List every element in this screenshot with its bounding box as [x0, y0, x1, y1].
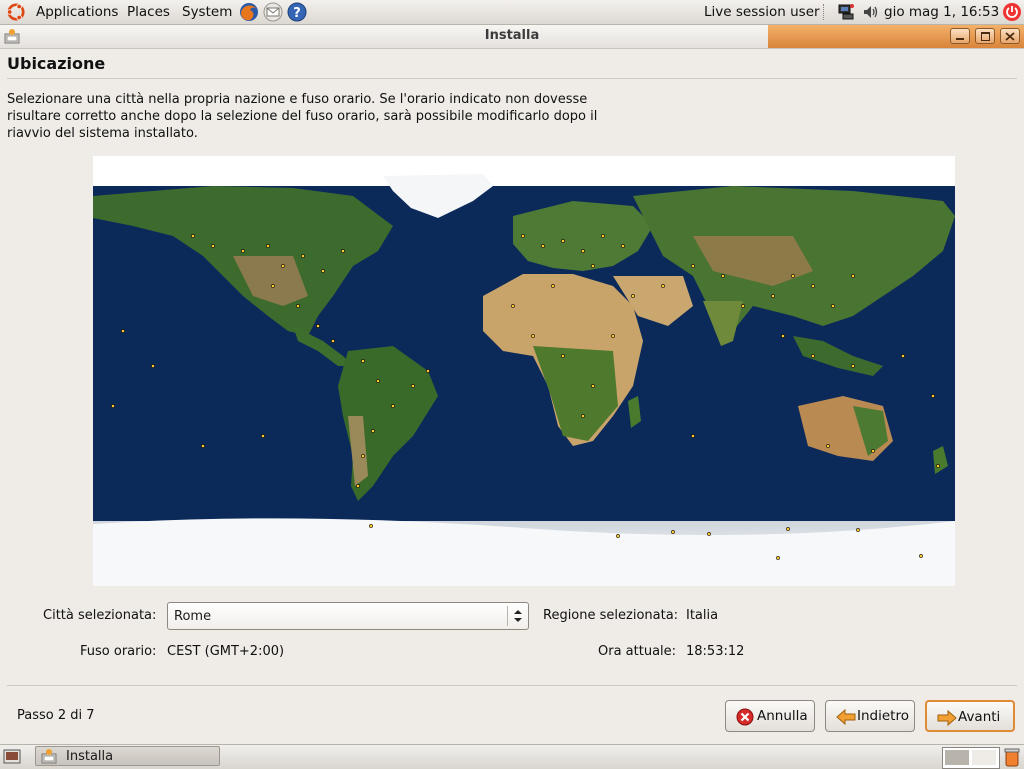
current-time-label: Ora attuale:: [598, 644, 677, 659]
intro-text: Selezionare una città nella propria nazi…: [7, 92, 598, 141]
menu-applications[interactable]: Applications: [36, 4, 118, 20]
forward-arrow-icon: [937, 709, 957, 727]
close-button[interactable]: [1000, 28, 1020, 44]
timezone-label: Fuso orario:: [80, 644, 157, 659]
city-label: Città selezionata:: [43, 608, 157, 623]
minimize-icon: [956, 38, 964, 40]
current-time-value: 18:53:12: [686, 644, 745, 659]
cancel-icon: [736, 708, 754, 726]
region-label: Regione selezionata:: [543, 608, 679, 623]
back-button-label: Indietro: [857, 708, 909, 724]
city-select-value: Rome: [174, 609, 212, 624]
workspace-1[interactable]: [945, 750, 969, 765]
menu-places[interactable]: Places: [127, 4, 170, 20]
workspace-2[interactable]: [972, 750, 996, 765]
clock[interactable]: gio mag 1, 16:53: [884, 4, 999, 20]
window-titlebar[interactable]: Installa: [0, 25, 1024, 49]
top-panel: Applications Places System ? Live sessio…: [0, 0, 1024, 25]
power-icon[interactable]: [1002, 2, 1022, 22]
back-arrow-icon: [836, 708, 856, 726]
next-button-label: Avanti: [958, 709, 1001, 725]
minimize-button[interactable]: [950, 28, 970, 44]
taskbar-item-installa[interactable]: Installa: [35, 746, 220, 766]
cancel-button-label: Annulla: [757, 708, 808, 724]
panel-separator: [823, 4, 825, 20]
session-user[interactable]: Live session user: [704, 4, 820, 20]
ubuntu-logo-icon[interactable]: [7, 3, 25, 21]
maximize-icon: [981, 32, 990, 41]
divider: [7, 78, 1017, 79]
workspace-switcher[interactable]: [942, 747, 1000, 769]
help-icon[interactable]: ?: [286, 1, 308, 23]
timezone-value: CEST (GMT+2:00): [167, 644, 285, 659]
network-icon[interactable]: [837, 3, 855, 21]
step-indicator: Passo 2 di 7: [17, 708, 95, 723]
installer-app-icon: [41, 749, 57, 764]
page-title: Ubicazione: [7, 54, 106, 73]
region-value: Italia: [686, 608, 719, 623]
svg-text:?: ?: [293, 6, 301, 21]
maximize-button[interactable]: [975, 28, 995, 44]
bottom-panel: Installa: [0, 744, 1024, 769]
volume-icon[interactable]: [862, 3, 880, 21]
show-desktop-icon[interactable]: [3, 748, 21, 766]
back-button[interactable]: Indietro: [825, 700, 915, 732]
combo-separator: [507, 606, 508, 626]
world-map-image[interactable]: [93, 156, 955, 586]
mail-icon[interactable]: [262, 1, 284, 23]
trash-icon[interactable]: [1003, 747, 1021, 767]
window-title: Installa: [484, 28, 540, 43]
taskbar-item-label: Installa: [66, 749, 114, 764]
cancel-button[interactable]: Annulla: [725, 700, 815, 732]
menu-system[interactable]: System: [182, 4, 232, 20]
divider: [7, 685, 1017, 686]
world-map[interactable]: [93, 156, 955, 586]
next-button[interactable]: Avanti: [925, 700, 1015, 732]
city-select[interactable]: Rome: [167, 602, 529, 630]
firefox-icon[interactable]: [238, 1, 260, 23]
combo-arrows-icon: [514, 610, 522, 622]
close-icon: [1005, 32, 1015, 41]
